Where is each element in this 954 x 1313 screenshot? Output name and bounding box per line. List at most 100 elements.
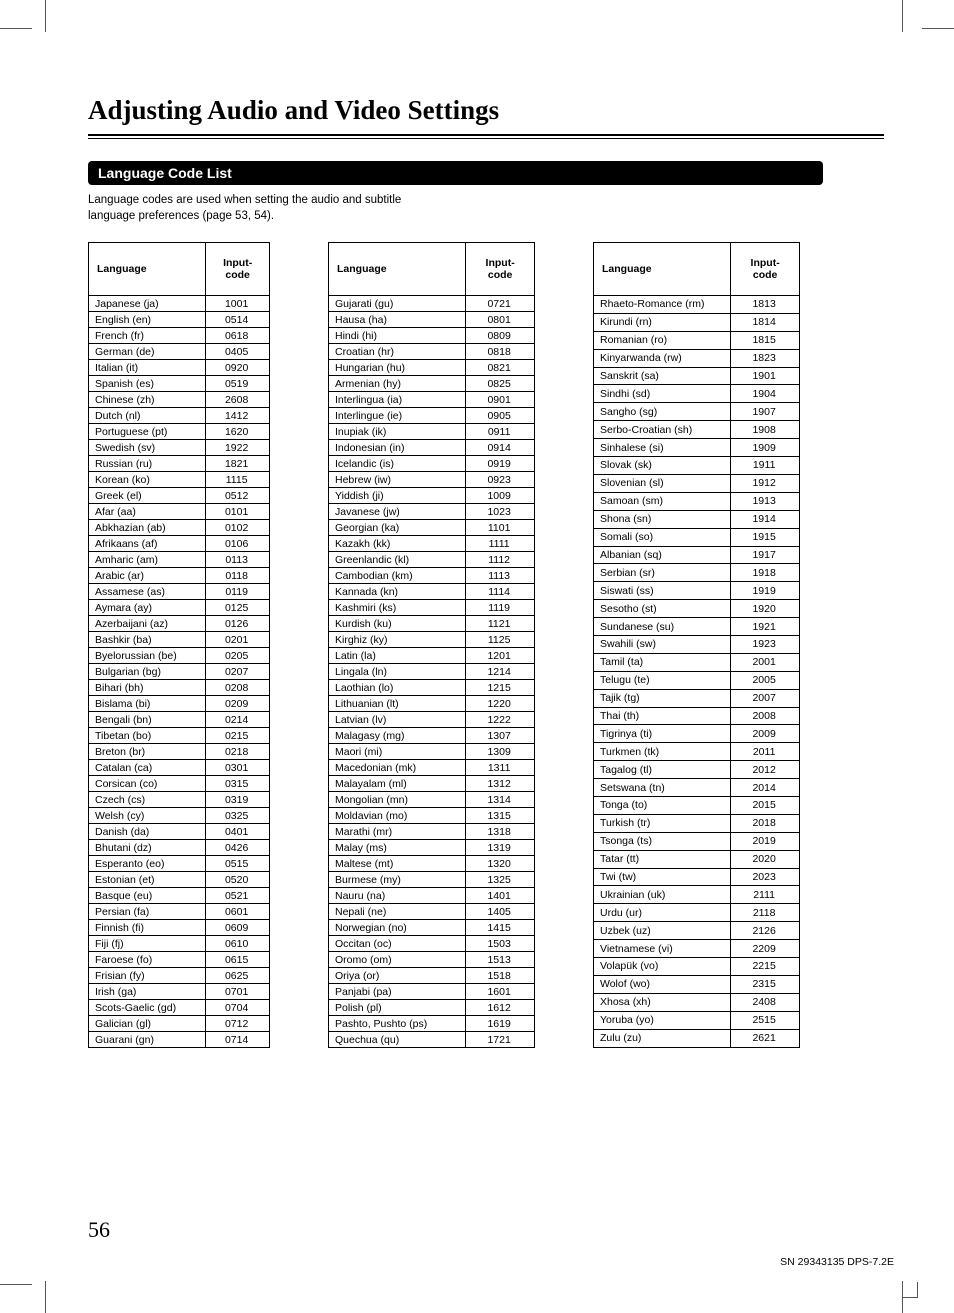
table-row: Italian (it)0920	[89, 360, 270, 376]
language-name: Breton (br)	[89, 744, 206, 760]
language-code: 1913	[731, 492, 800, 510]
table-row: Polish (pl)1612	[329, 1000, 535, 1016]
table-row: Czech (cs)0319	[89, 792, 270, 808]
language-name: Afar (aa)	[89, 504, 206, 520]
language-name: Korean (ko)	[89, 472, 206, 488]
language-name: Sanskrit (sa)	[594, 367, 731, 385]
table-row: Maori (mi)1309	[329, 744, 535, 760]
language-code: 0102	[206, 520, 270, 536]
language-name: Latin (la)	[329, 648, 466, 664]
table-header-language: Language	[89, 243, 206, 296]
language-name: Uzbek (uz)	[594, 922, 731, 940]
language-code: 0923	[466, 472, 535, 488]
table-row: Hungarian (hu)0821	[329, 360, 535, 376]
language-name: Tajik (tg)	[594, 689, 731, 707]
table-row: Gujarati (gu)0721	[329, 296, 535, 312]
table-row: Hindi (hi)0809	[329, 328, 535, 344]
language-code: 1918	[731, 564, 800, 582]
tables-container: Language Input-code Japanese (ja)1001Eng…	[88, 242, 894, 1048]
language-code: 0205	[206, 648, 270, 664]
language-name: Volapük (vo)	[594, 957, 731, 975]
language-name: Kazakh (kk)	[329, 536, 466, 552]
language-code: 0118	[206, 568, 270, 584]
table-row: Turkish (tr)2018	[594, 814, 800, 832]
table-row: Finnish (fi)0609	[89, 920, 270, 936]
language-name: Tamil (ta)	[594, 653, 731, 671]
language-name: Hebrew (iw)	[329, 472, 466, 488]
crop-mark	[902, 1282, 918, 1298]
language-code: 0801	[466, 312, 535, 328]
language-code: 2007	[731, 689, 800, 707]
table-row: Tatar (tt)2020	[594, 850, 800, 868]
language-name: Georgian (ka)	[329, 520, 466, 536]
language-code: 2020	[731, 850, 800, 868]
language-name: Faroese (fo)	[89, 952, 206, 968]
language-name: Afrikaans (af)	[89, 536, 206, 552]
intro-text: Language codes are used when setting the…	[88, 193, 894, 224]
language-name: Tigrinya (ti)	[594, 725, 731, 743]
language-name: Bulgarian (bg)	[89, 664, 206, 680]
language-code: 2012	[731, 761, 800, 779]
language-name: Norwegian (no)	[329, 920, 466, 936]
table-row: Indonesian (in)0914	[329, 440, 535, 456]
table-row: Tsonga (ts)2019	[594, 832, 800, 850]
language-name: Lithuanian (lt)	[329, 696, 466, 712]
language-code: 0919	[466, 456, 535, 472]
table-row: Cambodian (km)1113	[329, 568, 535, 584]
language-code: 1620	[206, 424, 270, 440]
language-code: 1914	[731, 510, 800, 528]
table-row: Bengali (bn)0214	[89, 712, 270, 728]
language-name: Assamese (as)	[89, 584, 206, 600]
language-name: Xhosa (xh)	[594, 993, 731, 1011]
table-row: Moldavian (mo)1315	[329, 808, 535, 824]
language-name: Indonesian (in)	[329, 440, 466, 456]
table-row: Malay (ms)1319	[329, 840, 535, 856]
language-code: 2005	[731, 671, 800, 689]
footer-code: SN 29343135 DPS-7.2E	[780, 1256, 894, 1268]
table-row: Bulgarian (bg)0207	[89, 664, 270, 680]
language-code: 1312	[466, 776, 535, 792]
table-row: Wolof (wo)2315	[594, 975, 800, 993]
table-row: Tonga (to)2015	[594, 796, 800, 814]
language-code: 0101	[206, 504, 270, 520]
table-row: Fiji (fj)0610	[89, 936, 270, 952]
language-name: Twi (tw)	[594, 868, 731, 886]
language-name: Nauru (na)	[329, 888, 466, 904]
table-row: Burmese (my)1325	[329, 872, 535, 888]
table-row: Galician (gl)0712	[89, 1016, 270, 1032]
language-code: 1113	[466, 568, 535, 584]
language-name: Panjabi (pa)	[329, 984, 466, 1000]
table-row: Laothian (lo)1215	[329, 680, 535, 696]
table-row: Croatian (hr)0818	[329, 344, 535, 360]
language-code: 0914	[466, 440, 535, 456]
language-name: Basque (eu)	[89, 888, 206, 904]
table-row: Malayalam (ml)1312	[329, 776, 535, 792]
language-name: Bhutani (dz)	[89, 840, 206, 856]
language-name: Setswana (tn)	[594, 779, 731, 797]
table-row: Corsican (co)0315	[89, 776, 270, 792]
language-code: 1813	[731, 296, 800, 314]
language-code: 1222	[466, 712, 535, 728]
table-row: Welsh (cy)0325	[89, 808, 270, 824]
table-row: Telugu (te)2005	[594, 671, 800, 689]
language-code: 1319	[466, 840, 535, 856]
table-row: Scots-Gaelic (gd)0704	[89, 1000, 270, 1016]
table-row: Esperanto (eo)0515	[89, 856, 270, 872]
crop-mark	[902, 0, 903, 32]
language-name: Finnish (fi)	[89, 920, 206, 936]
language-code: 0207	[206, 664, 270, 680]
language-code: 0618	[206, 328, 270, 344]
table-row: Tibetan (bo)0215	[89, 728, 270, 744]
crop-mark	[45, 1281, 46, 1313]
table-row: Siswati (ss)1919	[594, 582, 800, 600]
language-code: 1920	[731, 600, 800, 618]
language-code: 1601	[466, 984, 535, 1000]
language-name: Cambodian (km)	[329, 568, 466, 584]
table-row: Kurdish (ku)1121	[329, 616, 535, 632]
language-code: 0514	[206, 312, 270, 328]
table-row: Hausa (ha)0801	[329, 312, 535, 328]
language-name: Moldavian (mo)	[329, 808, 466, 824]
language-code: 1023	[466, 504, 535, 520]
language-code: 0609	[206, 920, 270, 936]
language-name: German (de)	[89, 344, 206, 360]
